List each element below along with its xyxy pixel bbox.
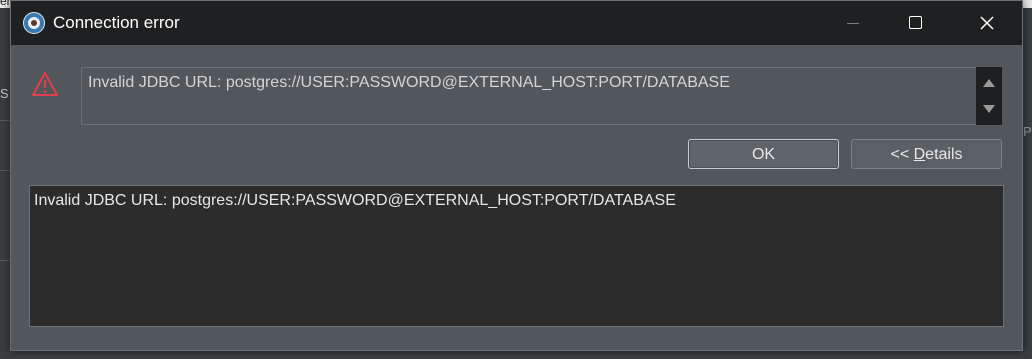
dbeaver-icon bbox=[23, 12, 45, 34]
background-divider bbox=[0, 170, 10, 171]
error-message-box[interactable]: Invalid JDBC URL: postgres://USER:PASSWO… bbox=[81, 67, 978, 125]
details-text: Invalid JDBC URL: postgres://USER:PASSWO… bbox=[34, 192, 676, 209]
background-divider bbox=[0, 120, 10, 121]
details-button-prefix: << bbox=[890, 146, 914, 163]
background-divider bbox=[0, 260, 10, 261]
message-scrollbar[interactable] bbox=[976, 67, 1002, 125]
details-button[interactable]: << Details bbox=[851, 139, 1002, 169]
details-button-label: etails bbox=[925, 146, 963, 163]
ok-button[interactable]: OK bbox=[688, 139, 839, 169]
dialog-titlebar[interactable]: Connection error bbox=[11, 1, 1022, 45]
dialog-title: Connection error bbox=[53, 13, 180, 32]
details-button-mnemonic: D bbox=[913, 146, 926, 163]
warning-triangle-icon bbox=[32, 72, 58, 96]
error-message: Invalid JDBC URL: postgres://USER:PASSWO… bbox=[88, 74, 730, 91]
minimize-button[interactable] bbox=[831, 1, 877, 45]
maximize-button[interactable] bbox=[893, 1, 939, 45]
details-textarea[interactable]: Invalid JDBC URL: postgres://USER:PASSWO… bbox=[29, 185, 1004, 327]
scroll-up-icon[interactable] bbox=[983, 79, 995, 87]
close-button[interactable] bbox=[964, 1, 1010, 45]
background-right-text: P bbox=[1023, 124, 1032, 139]
background-left-text: S bbox=[0, 86, 9, 101]
close-icon bbox=[980, 16, 994, 30]
scroll-down-icon[interactable] bbox=[983, 105, 995, 113]
connection-error-dialog: Connection error Invalid JDBC URL: postg… bbox=[10, 0, 1023, 351]
